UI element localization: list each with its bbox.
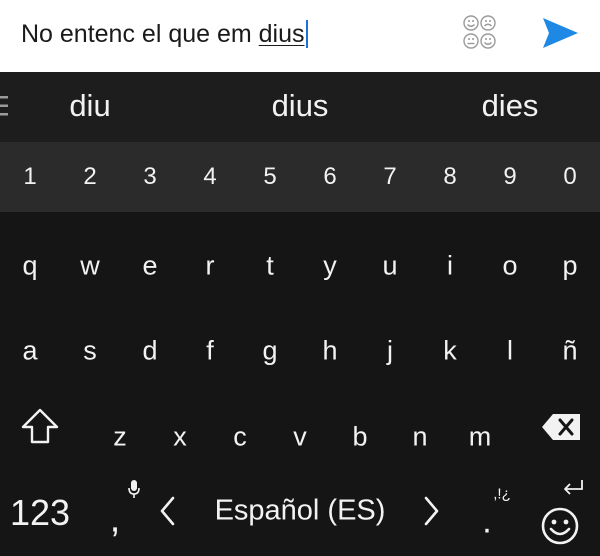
key-f[interactable]: f: [206, 336, 214, 367]
compose-bar: No entenc el que em dius: [0, 0, 600, 72]
key-g[interactable]: g: [262, 336, 277, 367]
suggestion-2[interactable]: dius: [272, 88, 329, 124]
backspace-icon[interactable]: [542, 414, 580, 445]
microphone-icon: [127, 479, 141, 504]
key-b[interactable]: b: [352, 422, 367, 453]
key-c[interactable]: c: [233, 422, 247, 453]
key-a[interactable]: a: [22, 336, 37, 367]
key-m[interactable]: m: [469, 422, 492, 453]
key-8[interactable]: 8: [443, 163, 456, 191]
period-key[interactable]: .: [482, 503, 491, 542]
key-s[interactable]: s: [83, 336, 97, 367]
punctuation-hint: ,!¿: [493, 485, 511, 503]
text-cursor: [305, 20, 308, 48]
emoji-faces-icon[interactable]: [461, 14, 499, 52]
enter-icon: [561, 478, 585, 503]
key-q[interactable]: q: [22, 251, 37, 282]
key-w[interactable]: w: [80, 251, 100, 282]
key-u[interactable]: u: [382, 251, 397, 282]
key-n[interactable]: n: [412, 422, 427, 453]
send-arrow-icon[interactable]: [540, 15, 580, 51]
key-e[interactable]: e: [142, 251, 157, 282]
key-j[interactable]: j: [387, 336, 393, 367]
key-l[interactable]: l: [507, 336, 513, 367]
comma-key[interactable]: ,: [110, 499, 121, 542]
key-1[interactable]: 1: [23, 163, 36, 191]
chevron-right-icon[interactable]: [424, 496, 440, 531]
chevron-left-icon[interactable]: [159, 496, 175, 531]
key-k[interactable]: k: [443, 336, 457, 367]
key-4[interactable]: 4: [203, 163, 216, 191]
symbols-key[interactable]: 123: [10, 492, 70, 534]
key-5[interactable]: 5: [263, 163, 276, 191]
key-3[interactable]: 3: [143, 163, 156, 191]
key-r[interactable]: r: [206, 251, 215, 282]
emoji-icon[interactable]: [540, 506, 580, 551]
key-2[interactable]: 2: [83, 163, 96, 191]
key-0[interactable]: 0: [563, 163, 576, 191]
current-word: dius: [258, 20, 305, 48]
key-h[interactable]: h: [322, 336, 337, 367]
key-7[interactable]: 7: [383, 163, 396, 191]
key-9[interactable]: 9: [503, 163, 516, 191]
menu-icon[interactable]: [0, 95, 8, 117]
suggestion-1[interactable]: diu: [69, 88, 110, 124]
key-t[interactable]: t: [266, 251, 274, 282]
shift-icon[interactable]: [20, 407, 60, 450]
key-d[interactable]: d: [142, 336, 157, 367]
message-input[interactable]: No entenc el que em dius: [21, 18, 308, 50]
key-i[interactable]: i: [447, 251, 453, 282]
key-z[interactable]: z: [113, 422, 127, 453]
key-p[interactable]: p: [562, 251, 577, 282]
key-v[interactable]: v: [293, 422, 307, 453]
key-x[interactable]: x: [173, 422, 187, 453]
key-6[interactable]: 6: [323, 163, 336, 191]
message-text: No entenc el que em: [21, 20, 259, 48]
key-y[interactable]: y: [323, 251, 337, 282]
key-n-tilde[interactable]: ñ: [562, 336, 577, 367]
suggestion-3[interactable]: dies: [482, 88, 539, 124]
key-o[interactable]: o: [502, 251, 517, 282]
space-bar[interactable]: Español (ES): [215, 495, 386, 528]
